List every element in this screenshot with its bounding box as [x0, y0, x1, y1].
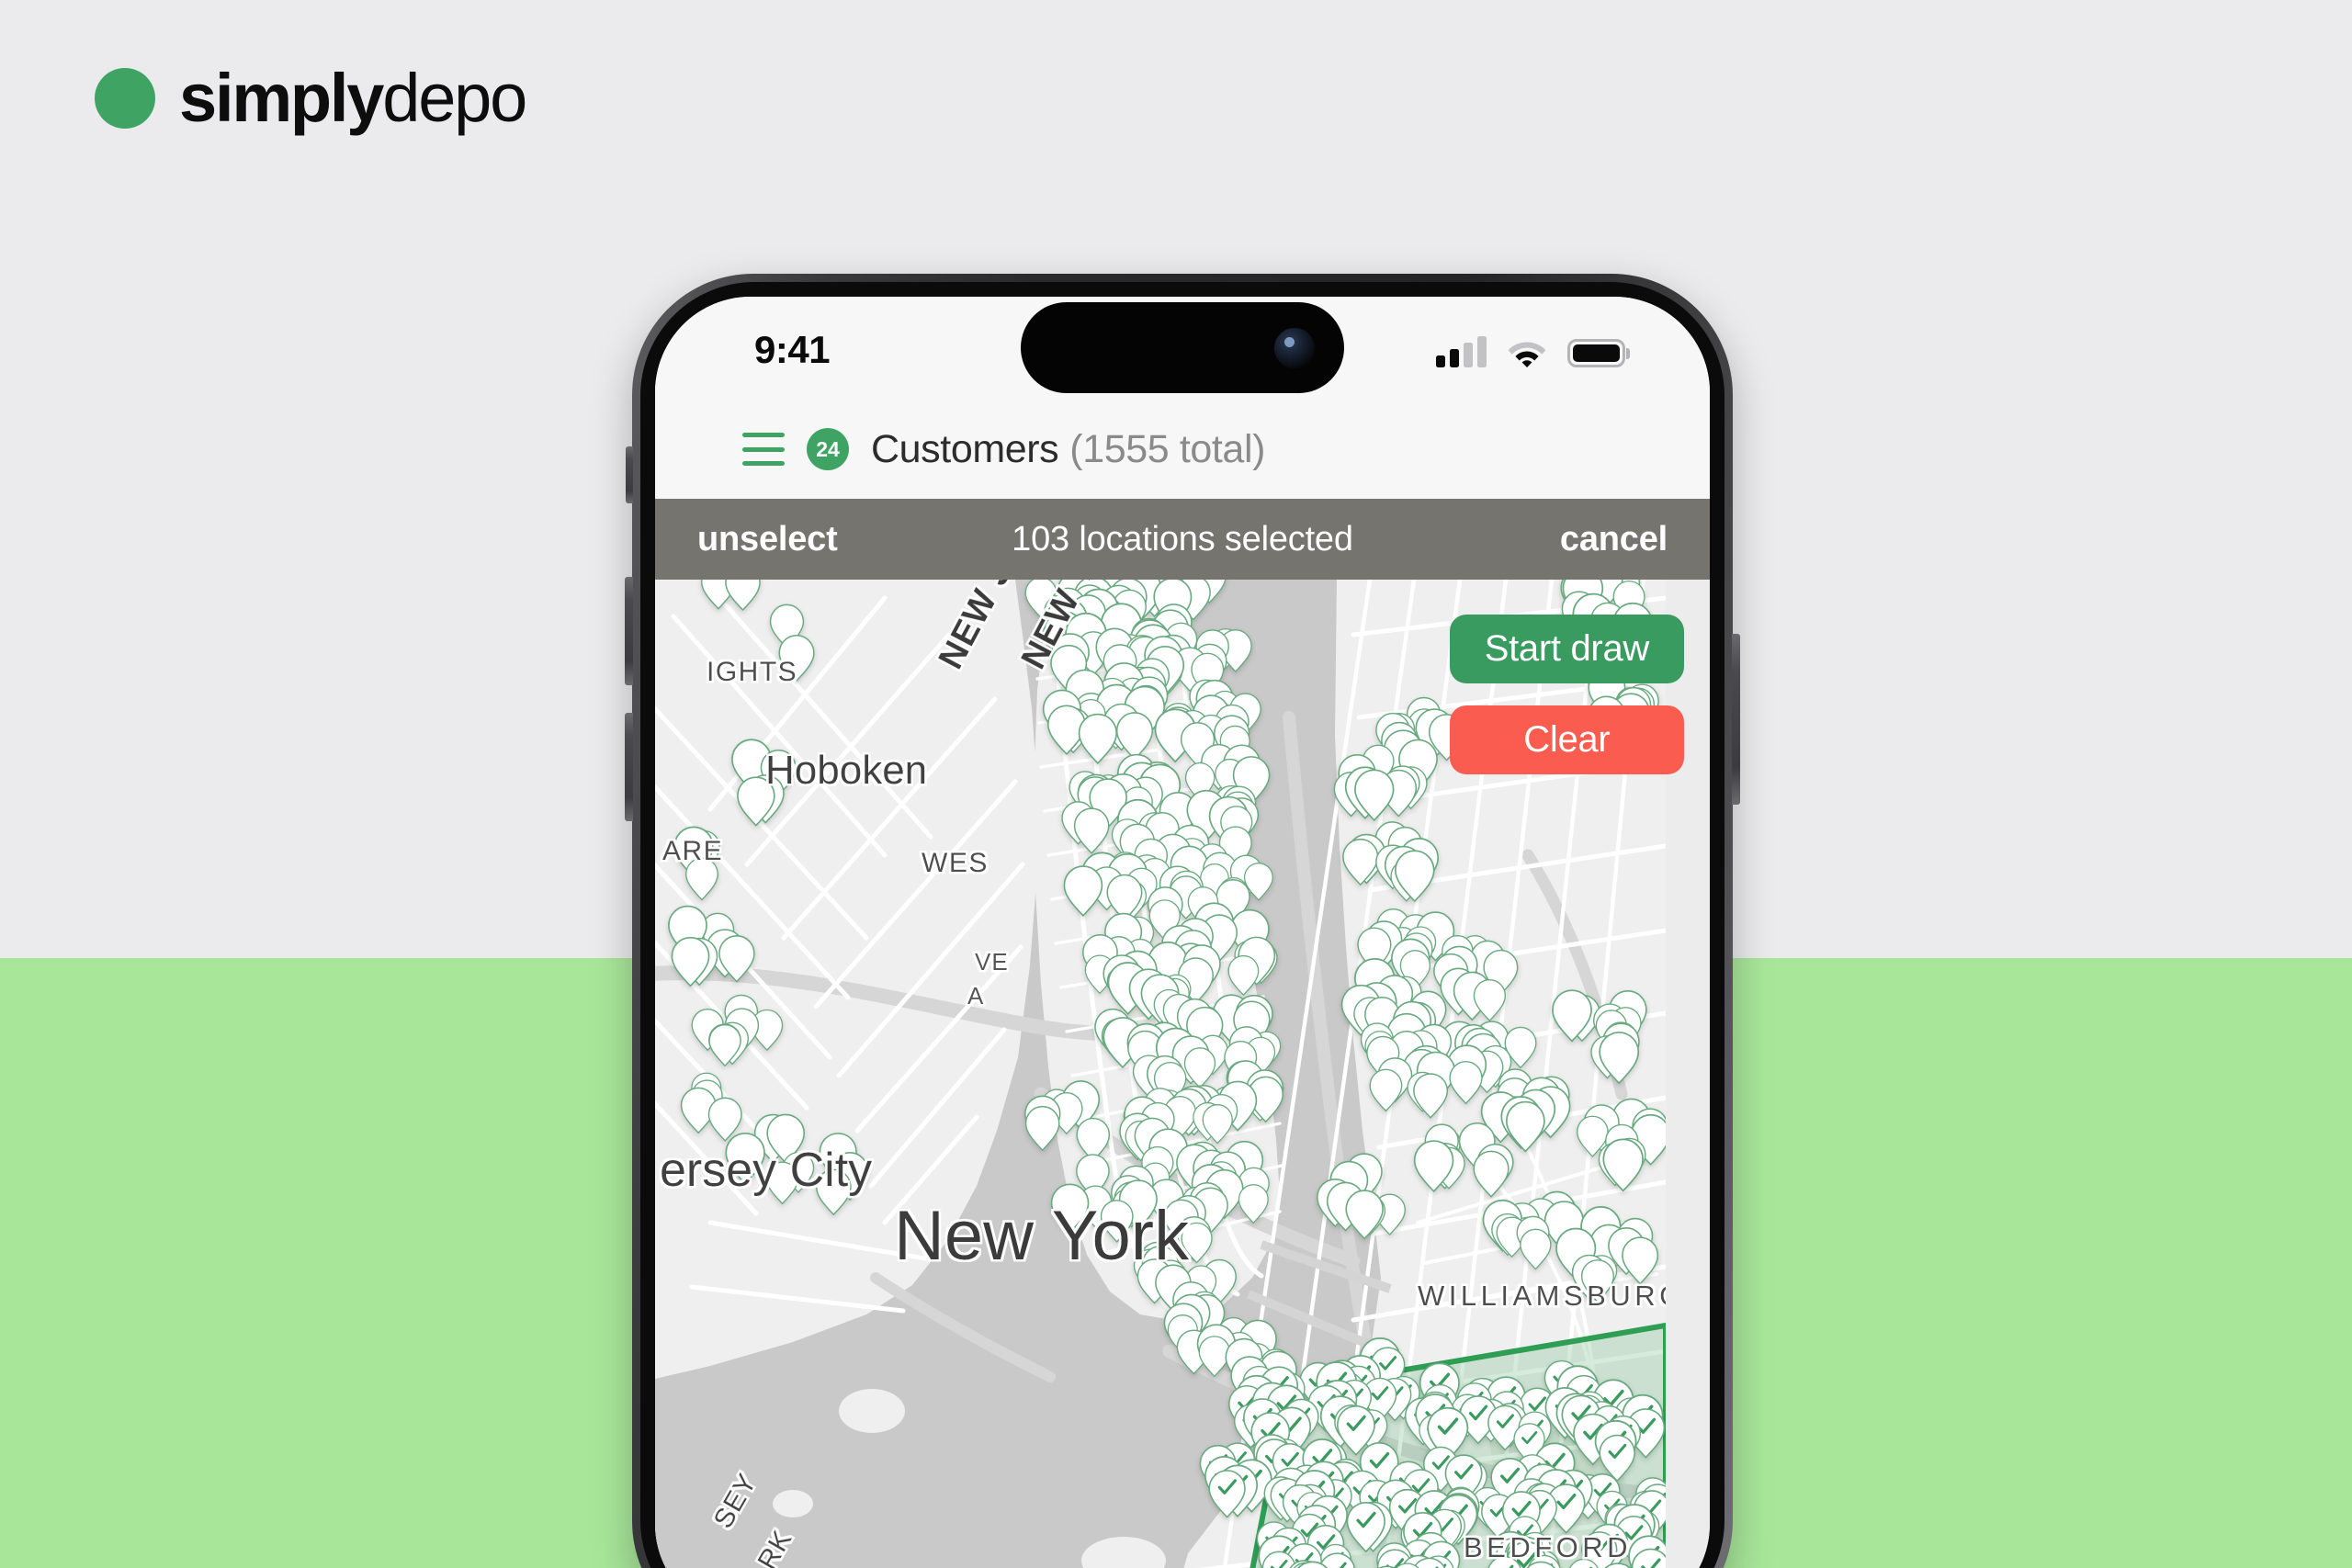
map-label: New York — [894, 1197, 1190, 1275]
logo-dot-icon — [95, 68, 155, 129]
cancel-button[interactable]: cancel — [1560, 520, 1668, 559]
map-label: VE — [975, 948, 1009, 976]
volume-up-button[interactable] — [625, 577, 633, 685]
front-camera-icon — [1274, 327, 1315, 368]
silent-switch-button[interactable] — [626, 446, 633, 503]
brand-logo: simplydepo — [95, 64, 527, 132]
power-button[interactable] — [1732, 634, 1740, 805]
volume-down-button[interactable] — [625, 713, 633, 821]
screenshot-root: simplydepo 9:41 24 Customers (1555 total… — [0, 0, 2352, 1568]
page-title: Customers — [871, 426, 1059, 471]
map-label: BEDFORD — [1464, 1531, 1632, 1563]
notification-badge[interactable]: 24 — [807, 428, 849, 470]
map-draw-controls: Start draw Clear — [1449, 615, 1684, 774]
status-bar-time: 9:41 — [754, 328, 831, 371]
start-draw-button[interactable]: Start draw — [1449, 615, 1684, 683]
unselect-button[interactable]: unselect — [697, 520, 838, 559]
status-bar-indicators — [1436, 327, 1625, 367]
map-label: IGHTS — [707, 657, 797, 687]
map-label: WES — [922, 848, 989, 878]
dynamic-island — [1021, 302, 1344, 393]
map-label: A — [967, 982, 984, 1010]
logo-word-light: depo — [382, 60, 527, 136]
cellular-signal-icon — [1436, 336, 1487, 367]
app-header: 24 Customers (1555 total) — [655, 400, 1710, 499]
wifi-icon — [1507, 336, 1547, 367]
phone-screen: 9:41 24 Customers (1555 total) unselect … — [655, 297, 1710, 1568]
hamburger-menu-icon[interactable] — [742, 433, 785, 466]
status-bar: 9:41 — [655, 297, 1710, 400]
page-title-count: (1555 total) — [1069, 426, 1266, 471]
phone-mockup: 9:41 24 Customers (1555 total) unselect … — [625, 274, 1740, 1568]
map-label: Hoboken — [765, 748, 927, 793]
clear-button[interactable]: Clear — [1449, 705, 1684, 774]
selection-action-bar: unselect 103 locations selected cancel — [655, 499, 1710, 580]
logo-word-bold: simply — [179, 60, 384, 136]
map-label: ersey City — [660, 1144, 872, 1197]
battery-full-icon — [1567, 339, 1625, 367]
map-canvas[interactable]: IGHTS Hoboken NEW J NEW Y ARE WES ersey City Ne… — [655, 580, 1710, 1568]
map-label: ARE — [662, 836, 723, 866]
logo-wordmark: simplydepo — [179, 64, 527, 132]
map-label: WILLIAMSBURG — [1418, 1280, 1666, 1312]
